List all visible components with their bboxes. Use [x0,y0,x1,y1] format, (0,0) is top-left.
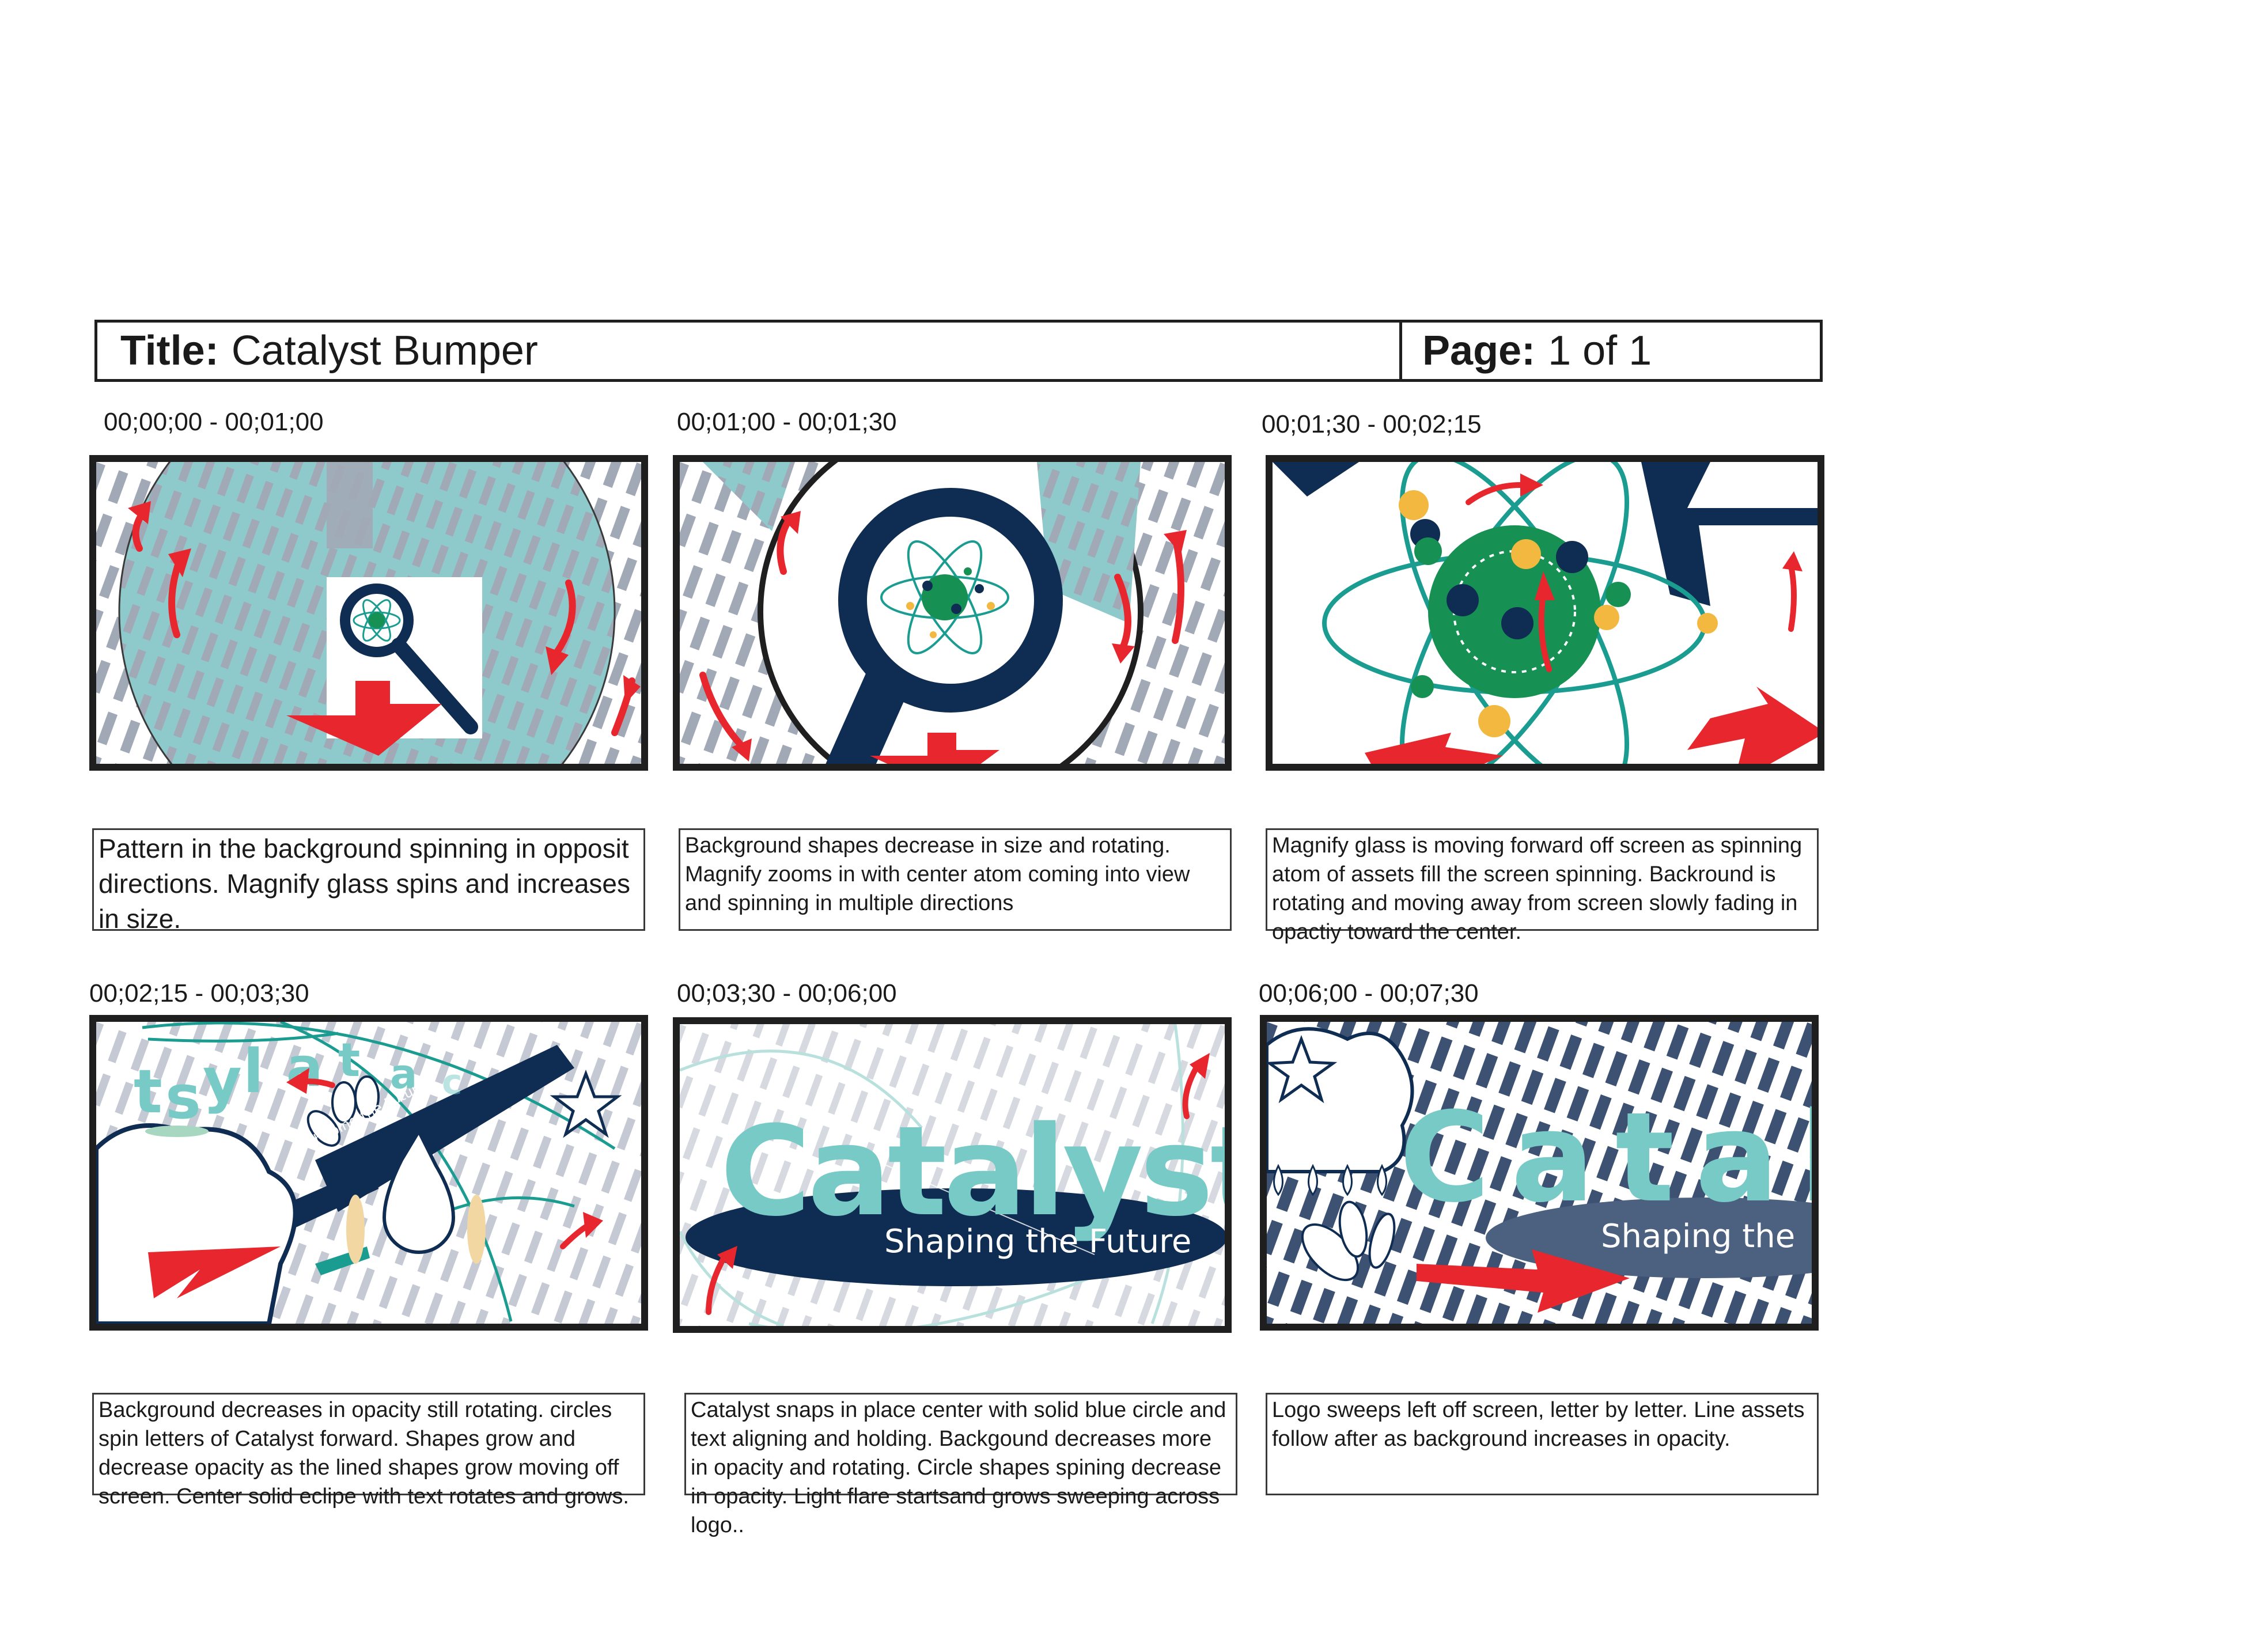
panel-1-frame [89,455,648,771]
title-value: Catalyst Bumper [231,328,538,374]
panel-2-caption-text: Background shapes decrease in size and r… [685,833,1190,915]
title-field: Title: Catalyst Bumper [97,323,1399,379]
panel-4-frame: t s y l a t a c Shaping the Future [89,1015,648,1331]
page-label: Page: [1422,328,1536,374]
panel-5-caption-text: Catalyst snaps in place center with soli… [691,1398,1226,1537]
panel-3-frame [1266,455,1824,771]
panel-4-letter-y: y [203,1045,242,1115]
panel-5-frame: Catalyst Shaping the Future [673,1017,1232,1333]
panel-5-caption: Catalyst snaps in place center with soli… [684,1393,1237,1537]
panel-6-frame: Catal Shaping the [1260,1015,1819,1331]
panel-3-caption-text: Magnify glass is moving forward off scre… [1272,833,1803,944]
panel-4-letter-t: t [134,1056,162,1127]
title-label: Title: [120,328,219,374]
panel-2-art [680,462,1225,764]
panel-6-logo: Catal [1399,1085,1819,1230]
panel-6-caption-text: Logo sweeps left off screen, letter by l… [1272,1398,1805,1451]
panel-5-tagline: Shaping the Future [884,1223,1192,1260]
page-value: 1 of 1 [1548,328,1652,374]
panel-6-caption: Logo sweeps left off screen, letter by l… [1266,1393,1819,1495]
panel-3-caption: Magnify glass is moving forward off scre… [1266,828,1819,944]
panel-1-caption-text: Pattern in the background spinning in op… [99,833,631,934]
panel-4-letter-l: l [243,1036,264,1107]
panel-4-caption-text: Background decreases in opacity still ro… [99,1398,629,1509]
page-field: Page: 1 of 1 [1399,323,1820,379]
panel-4-letter-s: s [165,1062,201,1132]
panel-2-timecode: 00;01;00 - 00;01;30 [677,408,897,436]
panel-5-timecode: 00;03;30 - 00;06;00 [677,979,897,1007]
panel-3-art [1273,462,1817,764]
panel-2-caption: Background shapes decrease in size and r… [679,828,1232,931]
panel-1-caption: Pattern in the background spinning in op… [92,828,645,934]
panel-1-timecode: 00;00;00 - 00;01;00 [104,408,324,436]
panel-4-caption: Background decreases in opacity still ro… [92,1393,645,1509]
panel-6-tagline: Shaping the [1601,1218,1796,1255]
panel-1-art [96,462,641,764]
panel-6-timecode: 00;06;00 - 00;07;30 [1259,979,1479,1007]
panel-4-timecode: 00;02;15 - 00;03;30 [89,979,309,1007]
panel-4-letter-t-2: t [338,1033,361,1087]
panel-3-timecode: 00;01;30 - 00;02;15 [1262,410,1482,438]
panel-5-logo: Catalyst [720,1099,1232,1244]
panel-2-frame [673,455,1232,771]
title-bar: Title: Catalyst Bumper Page: 1 of 1 [94,320,1823,382]
panel-4-letter-a-1: a [286,1036,323,1099]
panel-4-letter-c: c [442,1062,463,1102]
